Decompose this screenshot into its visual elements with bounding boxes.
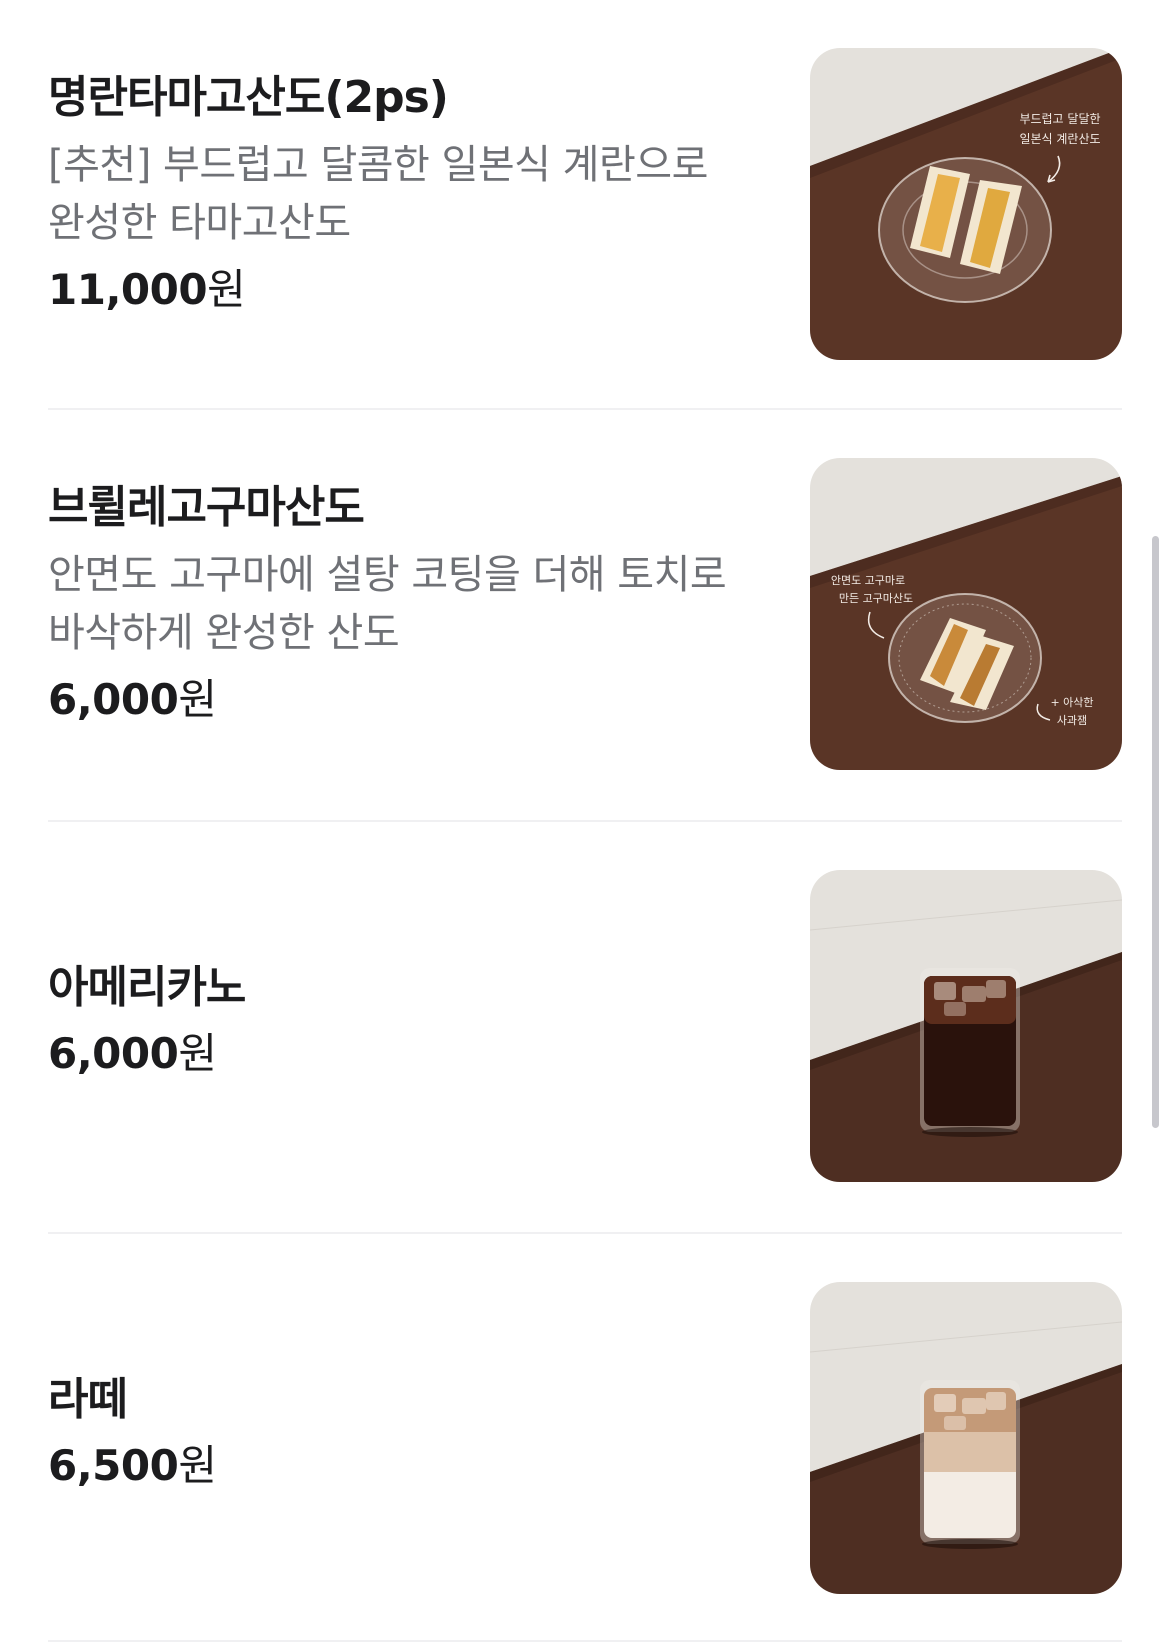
menu-item-price: 6,500원 — [48, 1438, 768, 1494]
latte-photo — [810, 1282, 1122, 1594]
menu-item-info: 라떼 6,500원 — [48, 1234, 768, 1640]
price-currency: 원 — [178, 675, 217, 724]
menu-item-photo[interactable]: 안면도 고구마로 만든 고구마산도 + 아삭한 사과잼 — [810, 458, 1122, 770]
menu-item-name: 명란타마고산도(2ps) — [48, 72, 449, 123]
menu-item[interactable]: 명란타마고산도(2ps) [추천] 부드럽고 달콤한 일본식 계란으로 완성한 … — [48, 0, 1122, 410]
americano-photo — [810, 870, 1122, 1182]
price-currency: 원 — [207, 265, 246, 314]
menu-item-description-line: 바삭하게 완성한 산도 — [48, 610, 400, 656]
menu-item-price: 11,000원 — [48, 262, 768, 318]
menu-item-info: 브륄레고구마산도 안면도 고구마에 설탕 코팅을 더해 토치로 바삭하게 완성한… — [48, 410, 768, 820]
price-value: 6,000 — [48, 675, 179, 724]
scrollbar-thumb[interactable] — [1152, 536, 1159, 1128]
menu-item[interactable]: 라떼 6,500원 — [48, 1234, 1122, 1642]
photo-caption-line: 사과잼 — [1057, 714, 1087, 727]
menu-item-price: 6,000원 — [48, 1026, 768, 1082]
price-currency: 원 — [178, 1029, 217, 1078]
photo-caption-line: 만든 고구마산도 — [839, 592, 913, 605]
menu-item-description-line: 안면도 고구마에 설탕 코팅을 더해 토치로 — [48, 552, 727, 598]
menu-item-photo[interactable]: 부드럽고 달달한 일본식 계란산도 — [810, 48, 1122, 360]
menu-item-description: [추천] 부드럽고 달콤한 일본식 계란으로 완성한 타마고산도 — [48, 136, 768, 252]
menu-item-info: 아메리카노 6,000원 — [48, 822, 768, 1232]
menu-list: 명란타마고산도(2ps) [추천] 부드럽고 달콤한 일본식 계란으로 완성한 … — [48, 0, 1122, 1642]
menu-item-description-line: 완성한 타마고산도 — [48, 200, 351, 246]
price-value: 6,000 — [48, 1029, 179, 1078]
price-value: 6,500 — [48, 1441, 179, 1490]
price-value: 11,000 — [48, 265, 208, 314]
menu-item[interactable]: 아메리카노 6,000원 — [48, 822, 1122, 1234]
menu-item-info: 명란타마고산도(2ps) [추천] 부드럽고 달콤한 일본식 계란으로 완성한 … — [48, 0, 768, 408]
photo-caption-line: 안면도 고구마로 — [831, 574, 905, 587]
menu-item-name: 라떼 — [48, 1374, 128, 1425]
photo-caption-line: + 아삭한 — [1050, 696, 1093, 709]
menu-item-name: 브륄레고구마산도 — [48, 482, 365, 533]
photo-caption-line: 부드럽고 달달한 — [1019, 112, 1100, 126]
menu-item-description: 안면도 고구마에 설탕 코팅을 더해 토치로 바삭하게 완성한 산도 — [48, 546, 768, 662]
menu-item-description-line: [추천] 부드럽고 달콤한 일본식 계란으로 — [48, 142, 708, 188]
sweet-potato-sando-photo: 안면도 고구마로 만든 고구마산도 + 아삭한 사과잼 — [810, 458, 1122, 770]
menu-item-name: 아메리카노 — [48, 962, 246, 1013]
menu-item-photo[interactable] — [810, 870, 1122, 1182]
menu-item-photo[interactable] — [810, 1282, 1122, 1594]
menu-item[interactable]: 브륄레고구마산도 안면도 고구마에 설탕 코팅을 더해 토치로 바삭하게 완성한… — [48, 410, 1122, 822]
photo-caption-line: 일본식 계란산도 — [1019, 132, 1100, 146]
menu-item-price: 6,000원 — [48, 672, 768, 728]
egg-sando-photo: 부드럽고 달달한 일본식 계란산도 — [810, 48, 1122, 360]
price-currency: 원 — [178, 1441, 217, 1490]
